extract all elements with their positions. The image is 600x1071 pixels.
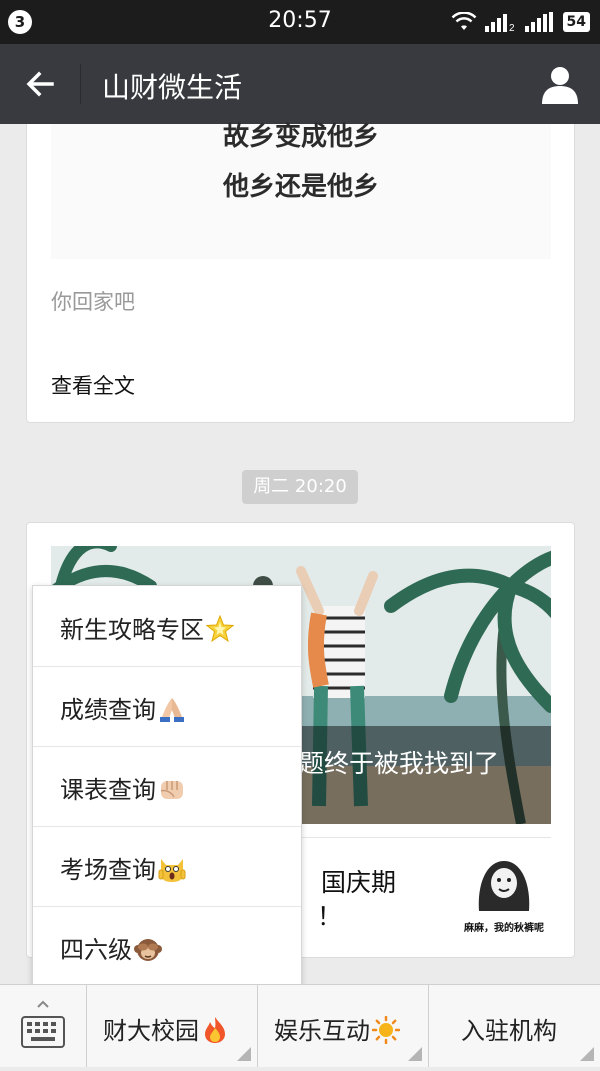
submenu-indicator	[580, 1047, 594, 1061]
tab-label: 入驻机构	[461, 1017, 557, 1045]
battery-icon: 54	[562, 12, 590, 32]
signal-icon	[524, 12, 553, 32]
fire-icon	[205, 1017, 225, 1043]
message-timestamp: 周二 20:20	[242, 470, 358, 504]
tab-label: 娱乐互动	[274, 1017, 370, 1045]
signal-icon: 2	[484, 14, 515, 32]
submenu-indicator	[237, 1047, 251, 1061]
menu-item-cet-4-6[interactable]: 四六级	[33, 906, 301, 986]
sub-article-title[interactable]: ！	[317, 897, 342, 933]
tab-campus[interactable]: 财大校园	[87, 985, 258, 1067]
folded-hands-icon	[160, 698, 184, 722]
menu-item-new-student-guide[interactable]: 新生攻略专区	[33, 586, 301, 667]
bottom-menu-bar: 财大校园 娱乐互动 入驻机构	[0, 984, 600, 1067]
glowing-star-icon	[206, 615, 234, 643]
sun-icon	[372, 1016, 400, 1044]
title-divider	[80, 64, 81, 104]
image-text-line: 他乡还是他乡	[222, 172, 379, 202]
tab-entertainment[interactable]: 娱乐互动	[258, 985, 429, 1067]
thumbnail-caption: 麻麻，我的秋裤呢	[464, 923, 544, 934]
menu-item-label: 四六级	[60, 936, 132, 964]
keyboard-icon	[21, 1000, 65, 1048]
svg-text:2: 2	[509, 23, 515, 32]
status-icons: 2 54	[451, 11, 590, 33]
menu-item-label: 新生攻略专区	[60, 616, 204, 644]
arrow-left-icon[interactable]	[22, 66, 58, 102]
fist-icon	[160, 781, 183, 799]
menu-item-timetable-query[interactable]: 课表查询	[33, 746, 301, 827]
menu-item-label: 成绩查询	[60, 696, 156, 724]
menu-item-exam-room-query[interactable]: 考场查询	[33, 826, 301, 907]
custom-menu-popup: 新生攻略专区 成绩查询 课表查询 考场查询 四六级	[32, 585, 302, 987]
wifi-icon	[451, 12, 476, 30]
tab-institutions[interactable]: 入驻机构	[429, 985, 600, 1067]
menu-item-label: 考场查询	[60, 856, 156, 884]
article-card[interactable]: 故乡变成他乡 他乡还是他乡 你回家吧 查看全文	[26, 122, 575, 423]
sub-article-thumbnail[interactable]: 麻麻，我的秋裤呢	[459, 853, 549, 934]
meme-face-icon	[478, 861, 530, 911]
keyboard-toggle-button[interactable]	[0, 985, 87, 1067]
image-text-line: 故乡变成他乡	[222, 122, 379, 152]
tab-label: 财大校园	[103, 1017, 199, 1045]
article-image: 故乡变成他乡 他乡还是他乡	[51, 122, 551, 259]
cover-caption: 题终于被我找到了	[299, 749, 500, 778]
sub-article-title[interactable]: 国庆期	[321, 863, 396, 899]
screaming-cat-icon	[158, 859, 186, 882]
see-no-evil-monkey-icon	[134, 939, 162, 961]
menu-item-grade-query[interactable]: 成绩查询	[33, 666, 301, 747]
submenu-indicator	[408, 1047, 422, 1061]
page-title: 山财微生活	[102, 71, 243, 104]
menu-item-label: 课表查询	[60, 776, 156, 804]
read-more-link[interactable]: 查看全文	[51, 370, 135, 400]
status-bar: 3 20:57 2 54	[0, 0, 600, 44]
user-icon[interactable]	[540, 64, 580, 104]
title-bar: 山财微生活	[0, 44, 600, 124]
article-digest: 你回家吧	[51, 290, 135, 314]
